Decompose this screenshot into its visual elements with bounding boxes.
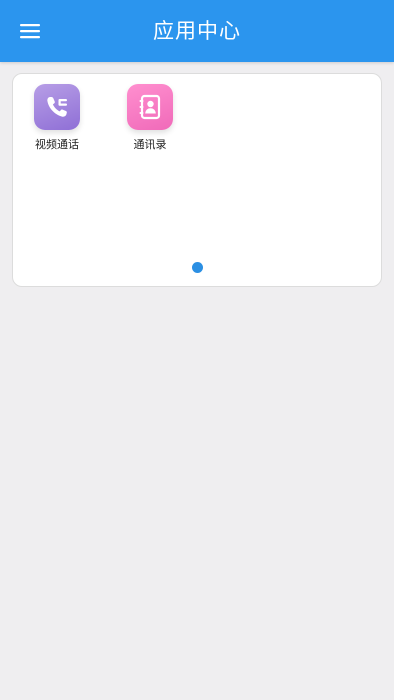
contacts-book-icon [139, 94, 161, 120]
page-title: 应用中心 [153, 19, 241, 43]
app-header: 应用中心 [0, 0, 394, 62]
phone-icon [47, 97, 67, 117]
video-call-app-icon [34, 84, 80, 130]
app-item-contacts[interactable]: 通讯录 [106, 84, 194, 152]
app-label-video-call: 视频通话 [35, 138, 79, 151]
page-indicator-dot[interactable] [192, 262, 203, 273]
app-item-video-call[interactable]: 视频通话 [13, 84, 101, 152]
app-grid-card: 视频通话 通讯录 [12, 73, 382, 287]
contacts-app-icon [127, 84, 173, 130]
app-label-contacts: 通讯录 [133, 138, 167, 151]
